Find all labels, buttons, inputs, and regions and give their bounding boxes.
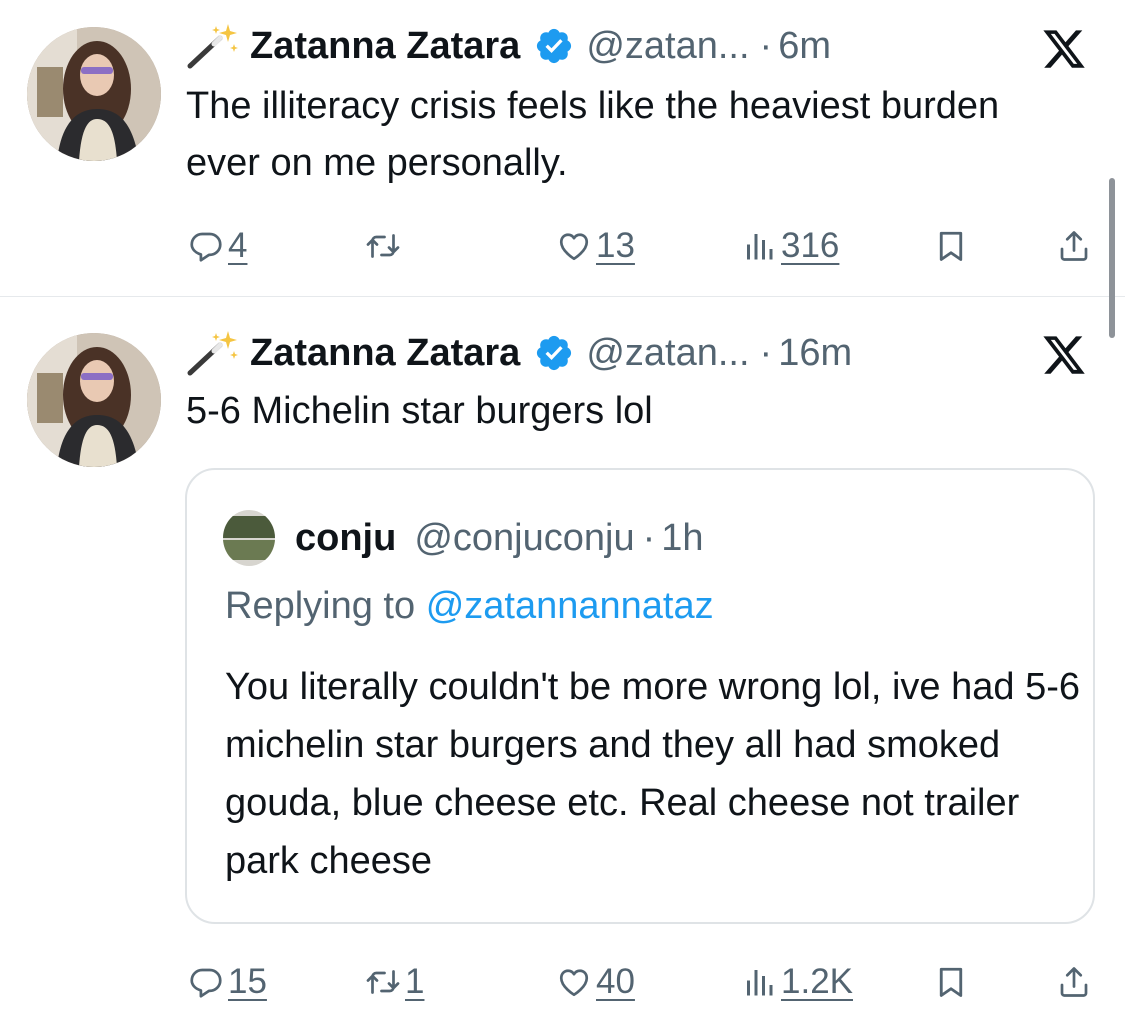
verified-badge-icon[interactable] xyxy=(534,333,574,373)
scrollbar[interactable] xyxy=(1109,178,1115,338)
x-logo-icon xyxy=(1039,26,1089,72)
replying-to-mention[interactable]: @zatannannataz xyxy=(426,585,714,627)
replying-to-label: Replying to xyxy=(225,585,416,627)
quoted-avatar-image-bottom xyxy=(223,540,275,560)
separator-dot: · xyxy=(759,331,773,374)
quoted-handle[interactable]: @conjuconju xyxy=(414,517,634,560)
bookmark-icon xyxy=(933,964,969,1000)
view-count: 316 xyxy=(781,226,840,265)
share-button[interactable] xyxy=(1056,216,1096,276)
like-icon xyxy=(556,964,592,1000)
retweet-button[interactable]: 1 xyxy=(365,952,424,1012)
handle[interactable]: @zatan... xyxy=(586,25,749,68)
tweet[interactable]: Zatanna Zatara @zatan... · 16m 5-6 Miche… xyxy=(0,297,1125,1021)
share-button[interactable] xyxy=(1056,952,1096,1012)
like-button[interactable]: 13 xyxy=(556,216,635,276)
views-button[interactable]: 316 xyxy=(741,216,839,276)
avatar-image xyxy=(27,27,161,161)
reply-icon xyxy=(188,228,224,264)
retweet-icon xyxy=(365,228,401,264)
view-count: 1.2K xyxy=(781,962,853,1001)
bookmark-button[interactable] xyxy=(933,952,973,1012)
views-button[interactable]: 1.2K xyxy=(741,952,853,1012)
replying-to-line: Replying to @zatannannataz xyxy=(225,585,714,628)
reply-count: 15 xyxy=(228,962,267,1001)
share-icon xyxy=(1056,228,1092,264)
tweet[interactable]: Zatanna Zatara @zatan... · 6m The illite… xyxy=(0,0,1125,296)
reply-button[interactable]: 15 xyxy=(188,952,267,1012)
tweet-header: Zatanna Zatara @zatan... · 6m xyxy=(186,20,831,72)
quoted-tweet-text: You literally couldn't be more wrong lol… xyxy=(225,666,1080,882)
retweet-icon xyxy=(365,964,401,1000)
retweet-button[interactable] xyxy=(365,216,405,276)
reply-button[interactable]: 4 xyxy=(188,216,247,276)
tweet-header: Zatanna Zatara @zatan... · 16m xyxy=(186,327,852,379)
separator-dot: · xyxy=(759,24,773,67)
verified-badge-icon[interactable] xyxy=(534,26,574,66)
x-logo-icon xyxy=(1039,332,1089,378)
magic-wand-icon xyxy=(186,22,240,70)
quoted-avatar-image-top xyxy=(223,516,275,538)
action-bar: 15 1 40 1.2K xyxy=(0,952,1125,1012)
retweet-count: 1 xyxy=(405,962,425,1001)
bookmark-icon xyxy=(933,228,969,264)
action-bar: 4 13 316 xyxy=(0,216,1125,276)
display-name[interactable]: Zatanna Zatara xyxy=(250,332,520,375)
bookmark-button[interactable] xyxy=(933,216,973,276)
timestamp[interactable]: 16m xyxy=(778,332,852,375)
like-count: 13 xyxy=(596,226,635,265)
handle[interactable]: @zatan... xyxy=(586,332,749,375)
reply-icon xyxy=(188,964,224,1000)
tweet-text: The illiteracy crisis feels like the hea… xyxy=(186,85,1000,184)
avatar[interactable] xyxy=(27,333,161,467)
avatar[interactable] xyxy=(27,27,161,161)
share-icon xyxy=(1056,964,1092,1000)
reply-count: 4 xyxy=(228,226,248,265)
avatar-image xyxy=(27,333,161,467)
display-name[interactable]: Zatanna Zatara xyxy=(250,25,520,68)
quoted-display-name[interactable]: conju xyxy=(295,517,396,560)
quoted-tweet-header: conju @conjuconju · 1h xyxy=(223,508,704,568)
tweet-text: 5-6 Michelin star burgers lol xyxy=(186,390,653,432)
like-icon xyxy=(556,228,592,264)
views-icon xyxy=(741,964,777,1000)
quoted-tweet[interactable]: conju @conjuconju · 1h Replying to @zata… xyxy=(185,468,1095,924)
quoted-avatar[interactable] xyxy=(223,510,275,566)
like-button[interactable]: 40 xyxy=(556,952,635,1012)
timestamp[interactable]: 6m xyxy=(778,25,831,68)
views-icon xyxy=(741,228,777,264)
magic-wand-icon xyxy=(186,329,240,377)
like-count: 40 xyxy=(596,962,635,1001)
quoted-timestamp[interactable]: 1h xyxy=(661,517,703,560)
separator-dot: · xyxy=(642,516,656,559)
